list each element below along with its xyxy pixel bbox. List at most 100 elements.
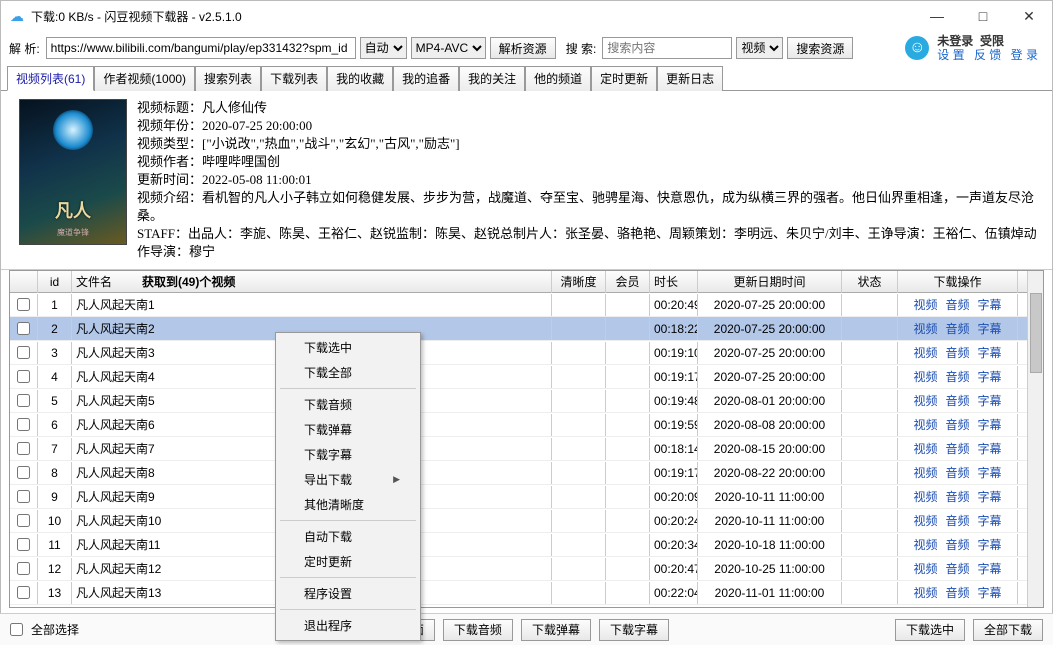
- op-sub[interactable]: 字幕: [978, 296, 1002, 313]
- tab-7[interactable]: 他的频道: [525, 66, 591, 91]
- op-audio[interactable]: 音频: [945, 368, 969, 385]
- table-row[interactable]: 1凡人风起天南100:20:492020-07-25 20:00:00视频音频字…: [10, 293, 1043, 317]
- scrollbar-thumb[interactable]: [1030, 293, 1042, 373]
- table-row[interactable]: 8凡人风起天南800:19:172020-08-22 20:00:00视频音频字…: [10, 461, 1043, 485]
- menu-item[interactable]: 下载音频: [276, 392, 420, 417]
- scrollbar[interactable]: [1027, 271, 1043, 607]
- avatar[interactable]: ☺: [905, 36, 929, 60]
- op-audio[interactable]: 音频: [945, 296, 969, 313]
- op-video[interactable]: 视频: [913, 488, 937, 505]
- row-checkbox[interactable]: [17, 442, 30, 455]
- op-video[interactable]: 视频: [913, 512, 937, 529]
- op-video[interactable]: 视频: [913, 416, 937, 433]
- tab-3[interactable]: 下载列表: [261, 66, 327, 91]
- op-audio[interactable]: 音频: [945, 536, 969, 553]
- op-video[interactable]: 视频: [913, 464, 937, 481]
- menu-item[interactable]: 下载选中: [276, 335, 420, 360]
- login-link[interactable]: 登 录: [1011, 48, 1038, 62]
- op-sub[interactable]: 字幕: [978, 536, 1002, 553]
- tab-0[interactable]: 视频列表(61): [7, 66, 94, 91]
- menu-item[interactable]: 下载弹幕: [276, 417, 420, 442]
- tab-4[interactable]: 我的收藏: [327, 66, 393, 91]
- dl-selected-button[interactable]: 下载选中: [895, 619, 965, 641]
- menu-item[interactable]: 导出下载▶: [276, 467, 420, 492]
- col-filename[interactable]: 文件名 获取到(49)个视频: [72, 271, 552, 293]
- op-sub[interactable]: 字幕: [978, 368, 1002, 385]
- op-video[interactable]: 视频: [913, 368, 937, 385]
- row-checkbox[interactable]: [17, 586, 30, 599]
- table-row[interactable]: 7凡人风起天南700:18:142020-08-15 20:00:00视频音频字…: [10, 437, 1043, 461]
- row-checkbox[interactable]: [17, 370, 30, 383]
- menu-item[interactable]: 程序设置: [276, 581, 420, 606]
- tab-8[interactable]: 定时更新: [591, 66, 657, 91]
- op-video[interactable]: 视频: [913, 584, 937, 601]
- col-id[interactable]: id: [38, 271, 72, 293]
- tab-6[interactable]: 我的关注: [459, 66, 525, 91]
- format-select[interactable]: MP4-AVC: [411, 37, 486, 59]
- op-sub[interactable]: 字幕: [978, 416, 1002, 433]
- table-row[interactable]: 13凡人风起天南1300:22:042020-11-01 11:00:00视频音…: [10, 581, 1043, 605]
- row-checkbox[interactable]: [17, 562, 30, 575]
- op-audio[interactable]: 音频: [945, 320, 969, 337]
- row-checkbox[interactable]: [17, 298, 30, 311]
- col-duration[interactable]: 时长: [650, 271, 698, 293]
- menu-item[interactable]: 其他清晰度: [276, 492, 420, 517]
- op-sub[interactable]: 字幕: [978, 320, 1002, 337]
- table-row[interactable]: 11凡人风起天南1100:20:342020-10-18 11:00:00视频音…: [10, 533, 1043, 557]
- op-sub[interactable]: 字幕: [978, 440, 1002, 457]
- row-checkbox[interactable]: [17, 322, 30, 335]
- col-state[interactable]: 状态: [842, 271, 898, 293]
- col-vip[interactable]: 会员: [606, 271, 650, 293]
- settings-link[interactable]: 设 置: [937, 48, 964, 62]
- op-sub[interactable]: 字幕: [978, 584, 1002, 601]
- search-button[interactable]: 搜索资源: [787, 37, 853, 59]
- op-sub[interactable]: 字幕: [978, 464, 1002, 481]
- op-video[interactable]: 视频: [913, 536, 937, 553]
- col-operations[interactable]: 下载操作: [898, 271, 1018, 293]
- op-sub[interactable]: 字幕: [978, 392, 1002, 409]
- dl-audio-button[interactable]: 下载音频: [443, 619, 513, 641]
- op-video[interactable]: 视频: [913, 440, 937, 457]
- tab-5[interactable]: 我的追番: [393, 66, 459, 91]
- op-sub[interactable]: 字幕: [978, 488, 1002, 505]
- op-video[interactable]: 视频: [913, 560, 937, 577]
- dl-all-button[interactable]: 全部下载: [973, 619, 1043, 641]
- menu-item[interactable]: 下载字幕: [276, 442, 420, 467]
- table-row[interactable]: 3凡人风起天南300:19:102020-07-25 20:00:00视频音频字…: [10, 341, 1043, 365]
- row-checkbox[interactable]: [17, 346, 30, 359]
- row-checkbox[interactable]: [17, 490, 30, 503]
- op-video[interactable]: 视频: [913, 344, 937, 361]
- row-checkbox[interactable]: [17, 514, 30, 527]
- op-video[interactable]: 视频: [913, 392, 937, 409]
- op-audio[interactable]: 音频: [945, 344, 969, 361]
- table-row[interactable]: 4凡人风起天南400:19:172020-07-25 20:00:00视频音频字…: [10, 365, 1043, 389]
- menu-item[interactable]: 自动下载: [276, 524, 420, 549]
- close-button[interactable]: ✕: [1006, 1, 1052, 31]
- row-checkbox[interactable]: [17, 394, 30, 407]
- op-video[interactable]: 视频: [913, 296, 937, 313]
- op-audio[interactable]: 音频: [945, 488, 969, 505]
- tab-1[interactable]: 作者视频(1000): [94, 66, 195, 91]
- table-row[interactable]: 10凡人风起天南1000:20:242020-10-11 11:00:00视频音…: [10, 509, 1043, 533]
- table-row[interactable]: 5凡人风起天南500:19:482020-08-01 20:00:00视频音频字…: [10, 389, 1043, 413]
- menu-item[interactable]: 定时更新: [276, 549, 420, 574]
- op-sub[interactable]: 字幕: [978, 560, 1002, 577]
- op-audio[interactable]: 音频: [945, 416, 969, 433]
- row-checkbox[interactable]: [17, 418, 30, 431]
- op-audio[interactable]: 音频: [945, 560, 969, 577]
- op-audio[interactable]: 音频: [945, 392, 969, 409]
- op-video[interactable]: 视频: [913, 320, 937, 337]
- row-checkbox[interactable]: [17, 466, 30, 479]
- feedback-link[interactable]: 反 馈: [974, 48, 1001, 62]
- tab-9[interactable]: 更新日志: [657, 66, 723, 91]
- search-input[interactable]: [602, 37, 732, 59]
- search-type-select[interactable]: 视频: [736, 37, 783, 59]
- op-audio[interactable]: 音频: [945, 584, 969, 601]
- op-audio[interactable]: 音频: [945, 512, 969, 529]
- tab-2[interactable]: 搜索列表: [195, 66, 261, 91]
- col-date[interactable]: 更新日期时间: [698, 271, 842, 293]
- col-resolution[interactable]: 清晰度: [552, 271, 606, 293]
- maximize-button[interactable]: □: [960, 1, 1006, 31]
- table-row[interactable]: 12凡人风起天南1200:20:472020-10-25 11:00:00视频音…: [10, 557, 1043, 581]
- table-row[interactable]: 6凡人风起天南600:19:592020-08-08 20:00:00视频音频字…: [10, 413, 1043, 437]
